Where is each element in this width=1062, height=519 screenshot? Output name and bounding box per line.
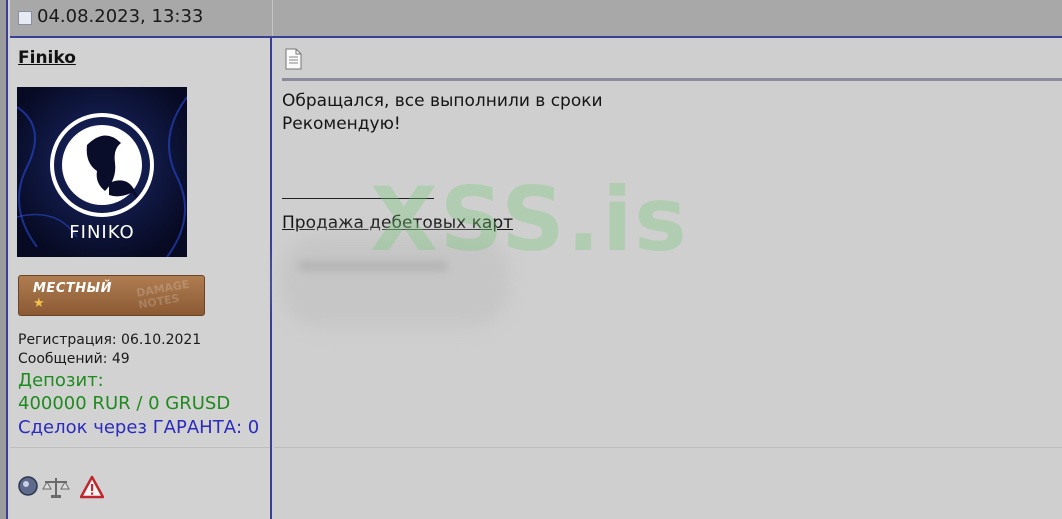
post-status-icon xyxy=(18,11,32,25)
user-sidebar: Finiko FINIKO МЕСТНЫЙ ★ DAMAGE NOTES Рег xyxy=(10,38,272,519)
header-divider xyxy=(272,0,273,36)
deposit-label: Депозит: xyxy=(18,370,104,391)
blurred-line xyxy=(298,261,448,271)
deposit-value: 400000 RUR / 0 GRUSD xyxy=(18,393,231,414)
blurred-content xyxy=(280,234,510,328)
message-count: Сообщений: 49 xyxy=(18,351,130,367)
post-content: Обращался, все выполнили в сроки Рекомен… xyxy=(274,38,1062,519)
avatar[interactable]: FINIKO xyxy=(17,87,187,257)
document-icon xyxy=(284,48,302,70)
star-icon: ★ xyxy=(33,296,45,311)
content-divider xyxy=(282,78,1062,81)
message-line: Рекомендую! xyxy=(282,114,401,134)
post-date: 04.08.2023, 13:33 xyxy=(37,6,204,27)
signature-link[interactable]: Продажа дебетовых карт xyxy=(282,213,513,233)
registration-date: Регистрация: 06.10.2021 xyxy=(18,332,202,348)
content-footer-divider xyxy=(274,447,1062,448)
username-link[interactable]: Finiko xyxy=(18,48,76,68)
left-edge xyxy=(0,0,8,519)
message-line: Обращался, все выполнили в сроки xyxy=(282,91,603,111)
online-status-icon[interactable] xyxy=(17,475,39,501)
sidebar-divider xyxy=(10,447,270,448)
rank-label: МЕСТНЫЙ xyxy=(33,281,112,296)
avatar-caption: FINIKO xyxy=(69,222,135,243)
scales-icon[interactable] xyxy=(41,475,71,503)
post-header: 04.08.2023, 13:33 xyxy=(10,0,1062,38)
warning-icon[interactable] xyxy=(79,475,105,503)
rank-badge: МЕСТНЫЙ ★ DAMAGE NOTES xyxy=(18,275,205,316)
guarantee-count: Сделок через ГАРАНТА: 0 xyxy=(18,417,260,438)
rank-watermark: DAMAGE NOTES xyxy=(135,277,191,312)
signature-divider xyxy=(282,198,434,199)
